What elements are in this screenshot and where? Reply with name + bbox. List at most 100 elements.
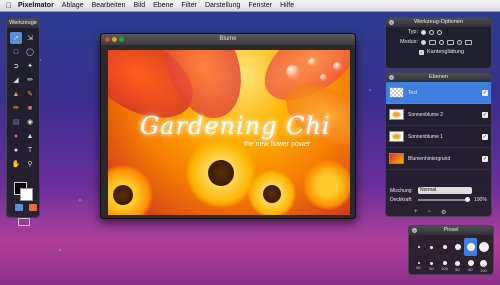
ellipse-marquee-icon[interactable]: ◯: [24, 46, 36, 58]
layer-name: Blumenhintergrund: [408, 155, 451, 162]
rect-marquee-icon[interactable]: □: [10, 46, 22, 58]
layer-row-blumenhintergrund[interactable]: Blumenhintergrund ✓: [386, 148, 491, 170]
opacity-slider[interactable]: [418, 197, 470, 202]
mode-intersect[interactable]: [457, 39, 462, 45]
swap-colors-icon[interactable]: [29, 204, 37, 211]
zoom-button[interactable]: [119, 37, 124, 42]
menu-hilfe[interactable]: Hilfe: [280, 2, 294, 9]
clone-stamp-icon[interactable]: ◉: [24, 116, 36, 128]
blend-mode-row: Mischung: Normal: [390, 187, 472, 194]
layer-settings-icon[interactable]: ⚙: [441, 209, 446, 216]
layer-name: Sonnenblume 1: [408, 133, 444, 140]
opacity-slider-knob[interactable]: [465, 197, 470, 202]
type-option-row[interactable]: [437, 29, 442, 35]
menu-bar:  Pixelmator Ablage Bearbeiten Bild Eben…: [0, 0, 500, 12]
brush-preset[interactable]: [425, 238, 438, 256]
smudge-icon[interactable]: ♦: [10, 130, 22, 142]
brush-preset[interactable]: [477, 238, 490, 256]
window-controls: [105, 37, 124, 42]
mode-subtract[interactable]: [439, 39, 444, 45]
zoom-icon[interactable]: ⚲: [24, 158, 36, 170]
document-title: Blume: [219, 36, 237, 42]
layer-name: Sonnenblume 2: [408, 111, 444, 118]
water-drop: [308, 58, 316, 66]
background-color-swatch[interactable]: [20, 188, 33, 201]
hand-icon[interactable]: ✋: [10, 158, 22, 170]
mode-new[interactable]: [421, 39, 426, 45]
layer-visibility-checkbox[interactable]: ✓: [482, 89, 488, 96]
quickmask-icon[interactable]: [15, 204, 23, 211]
close-icon[interactable]: ×: [412, 228, 417, 233]
menu-bearbeiten[interactable]: Bearbeiten: [92, 2, 126, 9]
layer-row-sonnenblume-2[interactable]: Sonnenblume 2 ✓: [386, 104, 491, 126]
menu-app-name[interactable]: Pixelmator: [18, 2, 54, 9]
move-tool-icon[interactable]: ➚: [10, 32, 22, 44]
artwork-subtitle: the new flower power: [244, 141, 311, 148]
menu-darstellung[interactable]: Darstellung: [205, 2, 240, 9]
brush-preset[interactable]: [451, 238, 464, 256]
paint-bucket-icon[interactable]: ▲: [10, 88, 22, 100]
layer-row-text[interactable]: Text ✓: [386, 82, 491, 104]
image-canvas[interactable]: Gardening Chi the new flower power: [108, 50, 350, 215]
sunflower-center: [263, 185, 281, 203]
menu-ablage[interactable]: Ablage: [62, 2, 84, 9]
close-icon[interactable]: ×: [389, 75, 394, 80]
sharpen-icon[interactable]: ▲: [24, 130, 36, 142]
brush-preset[interactable]: 80: [464, 257, 477, 275]
magic-wand-icon[interactable]: ✦: [24, 60, 36, 72]
brush-size-label: 50: [416, 265, 421, 270]
apple-icon[interactable]: : [0, 1, 18, 10]
brush-preset[interactable]: 100: [477, 257, 490, 275]
brush-preset[interactable]: 50: [425, 257, 438, 275]
brush-preset[interactable]: [438, 238, 451, 256]
brush-icon[interactable]: ✎: [24, 88, 36, 100]
brush-preset[interactable]: 50: [451, 257, 464, 275]
dodge-icon[interactable]: ●: [10, 144, 22, 156]
brush-preset[interactable]: 50: [412, 257, 425, 275]
mode-label: Modus:: [399, 39, 418, 45]
mode-intersect-icon[interactable]: [465, 39, 472, 45]
eraser-icon[interactable]: ■: [24, 102, 36, 114]
layer-visibility-checkbox[interactable]: ✓: [482, 133, 488, 140]
artwork-title: Gardening Chi: [140, 112, 331, 140]
add-layer-icon[interactable]: +: [414, 209, 418, 216]
layer-row-sonnenblume-1[interactable]: Sonnenblume 1 ✓: [386, 126, 491, 148]
brush-size-label: 80: [468, 267, 473, 272]
screen-mode-icon[interactable]: [18, 218, 30, 226]
transform-tool-icon[interactable]: ⇲: [24, 32, 36, 44]
layer-visibility-checkbox[interactable]: ✓: [482, 111, 488, 118]
brush-preset-selected[interactable]: [464, 238, 477, 256]
layer-visibility-checkbox[interactable]: ✓: [482, 155, 488, 162]
gradient-icon[interactable]: ▤: [10, 116, 22, 128]
brush-preset[interactable]: [412, 238, 425, 256]
menu-filter[interactable]: Filter: [181, 2, 197, 9]
tool-options-title: Werkzeug-Optionen: [414, 19, 463, 25]
crop-icon[interactable]: ◢: [10, 74, 22, 86]
antialias-checkbox[interactable]: ✓: [419, 49, 424, 55]
mode-add-icon[interactable]: [429, 39, 436, 45]
type-option-ellipse[interactable]: [429, 29, 434, 35]
remove-layer-icon[interactable]: −: [428, 209, 432, 216]
text-tool-icon[interactable]: T: [24, 144, 36, 156]
lasso-icon[interactable]: ➲: [10, 60, 22, 72]
document-window: Blume Gardening Chi the new flower power: [100, 33, 356, 219]
pencil-icon[interactable]: ✏: [10, 102, 22, 114]
blend-mode-select[interactable]: Normal: [418, 187, 472, 194]
opacity-row: Deckkraft: 100%: [390, 197, 487, 203]
type-option-rect[interactable]: [421, 29, 426, 35]
menu-fenster[interactable]: Fenster: [248, 2, 272, 9]
layer-name: Text: [408, 89, 418, 96]
layers-title: Ebenen: [429, 74, 448, 80]
close-button[interactable]: [105, 37, 110, 42]
menu-bild[interactable]: Bild: [133, 2, 145, 9]
menu-ebene[interactable]: Ebene: [153, 2, 173, 9]
close-icon[interactable]: ×: [389, 20, 394, 25]
layer-thumbnail: [389, 153, 404, 164]
blend-mode-label: Mischung:: [390, 187, 413, 194]
eyedropper-icon[interactable]: ✏: [24, 74, 36, 86]
brush-preset[interactable]: 100: [438, 257, 451, 275]
minimize-button[interactable]: [112, 37, 117, 42]
mode-subtract-icon[interactable]: [447, 39, 454, 45]
water-drop: [286, 65, 300, 79]
antialias-label: Kantenglättung: [427, 49, 465, 55]
